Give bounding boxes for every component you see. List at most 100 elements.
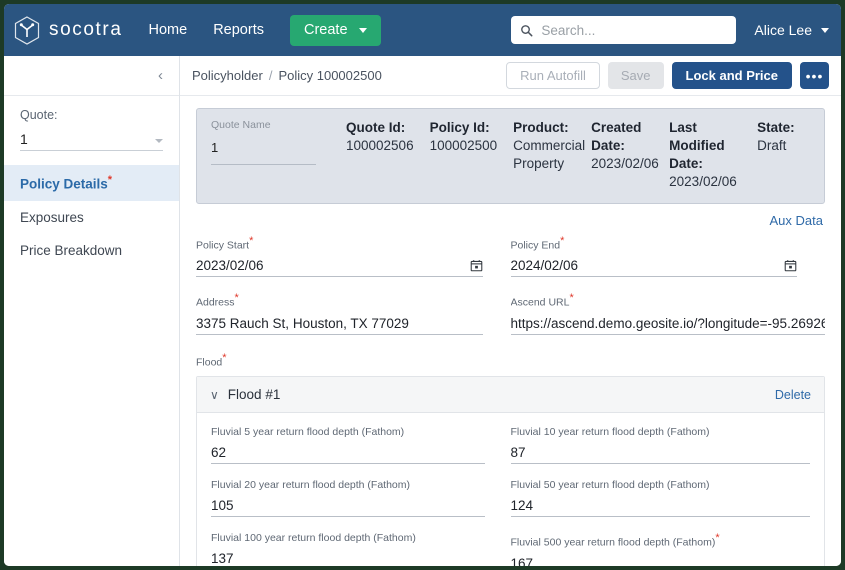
fluvial-50-year-field[interactable]: Fluvial 50 year return flood depth (Fath… xyxy=(510,479,810,518)
aux-data-link[interactable]: Aux Data xyxy=(770,213,823,228)
user-menu[interactable]: Alice Lee xyxy=(754,22,829,38)
required-indicator: * xyxy=(569,292,574,305)
calendar-icon[interactable] xyxy=(470,259,483,272)
flood-section-label: Flood* xyxy=(196,352,825,369)
sidebar-header: ‹ xyxy=(4,56,179,96)
policy-form-grid: Policy Start* 2023/02/06 Policy End* 202… xyxy=(196,235,825,350)
chevron-down-icon xyxy=(821,27,829,33)
sidebar-item-policy-details[interactable]: Policy Details* xyxy=(4,165,179,201)
address-control[interactable]: 3375 Rauch St, Houston, TX 77029 xyxy=(196,316,483,335)
fluvial-500-year-field[interactable]: Fluvial 500 year return flood depth (Fat… xyxy=(511,532,811,566)
user-name-label: Alice Lee xyxy=(754,22,812,38)
fluvial-5-year-control[interactable]: 62 xyxy=(211,445,485,465)
quote-select-control[interactable]: 1 xyxy=(20,131,163,151)
flood-panel-title: Flood #1 xyxy=(227,387,281,403)
socotra-hexagon-icon xyxy=(14,15,40,45)
required-indicator: * xyxy=(560,234,565,247)
address-field[interactable]: Address* 3375 Rauch St, Houston, TX 7702… xyxy=(196,292,511,335)
ascend-url-value: https://ascend.demo.geosite.io/?longitud… xyxy=(510,315,826,331)
fluvial-50-year-control[interactable]: 124 xyxy=(510,498,810,518)
flood-panel-header[interactable]: ∨ Flood #1 Delete xyxy=(197,377,824,414)
top-navigation-bar: socotra Home Reports Create Alice Lee xyxy=(4,4,841,56)
summary-key: Policy Id: xyxy=(429,120,490,135)
summary-value: 100002506 xyxy=(346,137,414,153)
search-box[interactable] xyxy=(511,16,737,44)
quote-summary-card: Quote Name 1 Quote Id: 100002506 Policy … xyxy=(196,108,825,204)
breadcrumb: Policyholder / Policy 100002500 xyxy=(192,68,382,83)
chevron-down-icon xyxy=(155,139,163,143)
sidebar-item-price-breakdown[interactable]: Price Breakdown xyxy=(4,234,179,267)
save-button[interactable]: Save xyxy=(607,62,664,89)
nav-link-reports[interactable]: Reports xyxy=(213,22,264,38)
application-window: socotra Home Reports Create Alice Lee ‹ xyxy=(4,4,841,566)
breadcrumb-item-policyholder[interactable]: Policyholder xyxy=(192,68,263,83)
fluvial-5-year-value: 62 xyxy=(211,445,227,461)
ascend-url-label: Ascend URL* xyxy=(511,292,826,309)
quote-name-field[interactable]: Quote Name 1 xyxy=(211,119,346,191)
fluvial-20-year-field[interactable]: Fluvial 20 year return flood depth (Fath… xyxy=(211,479,511,518)
ascend-url-control[interactable]: https://ascend.demo.geosite.io/?longitud… xyxy=(510,315,826,335)
required-indicator: * xyxy=(107,174,113,186)
fluvial-20-year-value: 105 xyxy=(211,498,234,514)
fluvial-5-year-field[interactable]: Fluvial 5 year return flood depth (Fatho… xyxy=(211,426,511,465)
fluvial-100-year-field[interactable]: Fluvial 100 year return flood depth (Fat… xyxy=(211,532,511,566)
field-label-text: Policy End xyxy=(510,239,561,252)
field-label-text: Policy Start xyxy=(196,239,250,252)
field-label-text: Address xyxy=(196,296,235,309)
flood-delete-link[interactable]: Delete xyxy=(775,388,811,402)
sidebar-item-exposures[interactable]: Exposures xyxy=(4,201,179,234)
quote-name-label: Quote Name xyxy=(211,119,271,131)
nav-link-home[interactable]: Home xyxy=(149,22,188,38)
brand-name: socotra xyxy=(49,19,123,40)
summary-key: State: xyxy=(757,120,795,135)
fluvial-10-year-control[interactable]: 87 xyxy=(510,445,810,465)
quote-selector: Quote: 1 xyxy=(4,96,179,151)
collapse-sidebar-icon[interactable]: ‹ xyxy=(158,68,163,83)
chevron-down-icon[interactable]: ∨ xyxy=(210,389,219,401)
brand-logo[interactable]: socotra xyxy=(14,15,123,45)
field-label-text: Fluvial 20 year return flood depth (Fath… xyxy=(211,479,411,492)
address-value: 3375 Rauch St, Houston, TX 77029 xyxy=(196,315,409,331)
policy-end-value: 2024/02/06 xyxy=(510,258,579,274)
fluvial-20-year-control[interactable]: 105 xyxy=(211,498,485,518)
run-autofill-button[interactable]: Run Autofill xyxy=(506,62,600,89)
fluvial-20-year-label: Fluvial 20 year return flood depth (Fath… xyxy=(211,479,485,491)
summary-key: Product: xyxy=(513,120,569,135)
fluvial-100-year-label: Fluvial 100 year return flood depth (Fat… xyxy=(211,532,485,544)
summary-key: Quote Id: xyxy=(346,120,406,135)
chevron-down-icon xyxy=(358,27,367,33)
more-options-button[interactable]: ••• xyxy=(800,62,829,89)
lock-and-price-button[interactable]: Lock and Price xyxy=(671,62,792,89)
create-button[interactable]: Create xyxy=(289,14,381,46)
sidebar-nav-list: Policy Details* Exposures Price Breakdow… xyxy=(4,165,179,267)
policy-end-label: Policy End* xyxy=(511,235,798,252)
policy-end-field[interactable]: Policy End* 2024/02/06 xyxy=(510,235,826,278)
policy-end-control[interactable]: 2024/02/06 xyxy=(510,258,797,278)
fluvial-10-year-label: Fluvial 10 year return flood depth (Fath… xyxy=(511,426,811,438)
content-scroll-area[interactable]: Quote Name 1 Quote Id: 100002506 Policy … xyxy=(180,96,841,566)
search-input[interactable] xyxy=(541,22,728,38)
fluvial-50-year-value: 124 xyxy=(510,498,534,514)
policy-start-field[interactable]: Policy Start* 2023/02/06 xyxy=(196,235,511,278)
required-indicator: * xyxy=(249,234,254,247)
required-indicator: * xyxy=(715,532,720,545)
policy-start-label: Policy Start* xyxy=(196,235,483,252)
sidebar-item-label: Exposures xyxy=(20,209,84,225)
fluvial-10-year-value: 87 xyxy=(510,445,526,461)
address-label: Address* xyxy=(196,292,483,309)
fluvial-500-year-value: 167 xyxy=(510,555,534,566)
fluvial-100-year-control[interactable]: 137 xyxy=(211,551,485,566)
calendar-icon[interactable] xyxy=(784,259,797,272)
policy-start-value: 2023/02/06 xyxy=(196,258,264,274)
breadcrumb-item-policy[interactable]: Policy 100002500 xyxy=(278,68,381,83)
fluvial-10-year-field[interactable]: Fluvial 10 year return flood depth (Fath… xyxy=(510,426,811,465)
summary-key: Created Date: xyxy=(591,120,642,153)
fluvial-500-year-control[interactable]: 167 xyxy=(511,556,811,566)
policy-start-control[interactable]: 2023/02/06 xyxy=(196,258,483,278)
summary-product: Product: Commercial Property xyxy=(513,119,591,191)
field-label-text: Fluvial 100 year return flood depth (Fat… xyxy=(211,532,416,545)
field-label-text: Fluvial 500 year return flood depth (Fat… xyxy=(510,536,716,549)
ascend-url-field[interactable]: Ascend URL* https://ascend.demo.geosite.… xyxy=(510,292,826,335)
required-indicator: * xyxy=(222,351,227,364)
action-bar: Policyholder / Policy 100002500 Run Auto… xyxy=(180,56,841,96)
